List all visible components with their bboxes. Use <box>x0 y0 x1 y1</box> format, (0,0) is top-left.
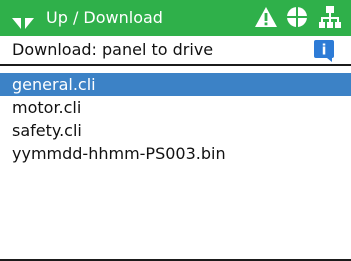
file-item-backup-bin[interactable]: yymmdd-hhmm-PS003.bin <box>0 142 351 165</box>
info-icon-glyph: i <box>322 43 327 59</box>
file-list: general.cli motor.cli safety.cli yymmdd-… <box>0 73 351 165</box>
file-item-label: safety.cli <box>12 121 82 140</box>
warning-icon[interactable] <box>254 6 278 28</box>
info-icon[interactable]: i <box>313 39 335 63</box>
title-bar: Up / Download <box>0 0 351 36</box>
file-item-label: yymmdd-hhmm-PS003.bin <box>12 144 226 163</box>
file-item-label: motor.cli <box>12 98 82 117</box>
mode-label: Download: panel to drive <box>12 40 214 59</box>
file-item-safety-cli[interactable]: safety.cli <box>0 119 351 142</box>
file-item-motor-cli[interactable]: motor.cli <box>0 96 351 119</box>
file-item-general-cli[interactable]: general.cli <box>0 73 351 96</box>
globe-icon[interactable] <box>286 6 308 28</box>
network-icon[interactable] <box>318 5 342 29</box>
mode-header: Download: panel to drive i <box>0 36 351 66</box>
file-item-label: general.cli <box>12 75 96 94</box>
page-title: Up / Download <box>46 8 163 27</box>
transfer-arrows-icon <box>12 7 34 29</box>
